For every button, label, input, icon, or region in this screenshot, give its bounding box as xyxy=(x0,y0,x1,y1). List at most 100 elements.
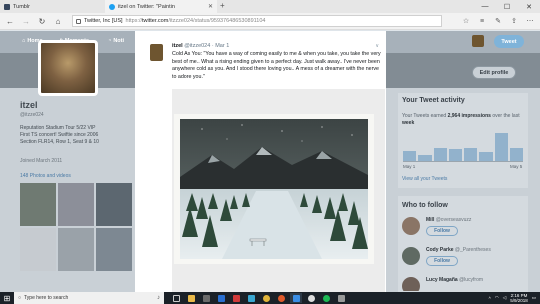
file-explorer-icon[interactable] xyxy=(185,293,197,303)
chevron-down-icon[interactable]: ∨ xyxy=(375,43,379,49)
tweet-modal: itzel @itzze024 · Mar 1 ∨ Cold As You: "… xyxy=(135,31,386,292)
separator-dot: · xyxy=(211,43,214,49)
edit-profile-button[interactable]: Edit profile xyxy=(472,66,516,79)
share-icon[interactable]: ⇪ xyxy=(508,15,520,27)
tweet-author-name[interactable]: itzel xyxy=(172,43,183,49)
tab-label: Tumblr xyxy=(13,3,30,10)
new-tab-button[interactable]: + xyxy=(220,1,225,10)
site-identity: Twitter, Inc [US] xyxy=(84,18,123,24)
lock-icon xyxy=(76,18,81,24)
tweet-date[interactable]: Mar 1 xyxy=(215,43,229,49)
twitter-bird-icon xyxy=(109,3,115,10)
activity-bar xyxy=(403,150,417,161)
address-bar-row: ← → ↻ ⌂ Twitter, Inc [US] https://twitte… xyxy=(0,13,540,30)
profile-avatar[interactable] xyxy=(38,40,98,96)
tweet-author-handle[interactable]: @itzze024 xyxy=(184,43,210,49)
profile-handle: @itzze024 xyxy=(20,112,44,118)
close-window-button[interactable]: ✕ xyxy=(518,0,540,13)
tweet-photo[interactable] xyxy=(172,89,385,292)
firefox-icon[interactable] xyxy=(275,293,287,303)
tab-bar: Tumblr itzel on Twitter: "Paintin ✕ + — … xyxy=(0,0,540,13)
chevron-up-icon[interactable]: ^ xyxy=(489,296,491,301)
activity-summary: Your Tweets earned 2,964 impressions ove… xyxy=(402,113,520,126)
view-all-tweets-link[interactable]: View all your Tweets xyxy=(402,176,447,182)
profile-name: itzel xyxy=(20,100,38,110)
search-placeholder: Type here to search xyxy=(24,295,69,301)
nav-notifications[interactable]: ◔ Noti xyxy=(108,38,124,44)
minimize-button[interactable]: — xyxy=(474,0,496,13)
refresh-icon[interactable]: ↻ xyxy=(36,15,48,27)
store-icon[interactable] xyxy=(200,293,212,303)
suggestion-name[interactable]: Cody Parke @_Parentheses xyxy=(426,247,491,253)
nav-avatar[interactable] xyxy=(472,35,484,47)
suggestion-name[interactable]: Lucy Magaña @lucyfrom xyxy=(426,277,483,283)
tab-label: itzel on Twitter: "Paintin xyxy=(118,3,175,10)
home-icon: ⌂ xyxy=(22,38,26,44)
volume-icon[interactable]: ◁ xyxy=(503,295,506,301)
profile-bio: Reputation Stadium Tour 5/22 VIP First T… xyxy=(20,125,99,145)
avatar[interactable] xyxy=(402,247,420,265)
follow-suggestion: Cody Parke @_Parentheses Follow xyxy=(402,247,527,277)
activity-bar xyxy=(479,152,493,161)
task-view-icon[interactable] xyxy=(170,293,182,303)
notifications-icon[interactable]: ▭ xyxy=(532,295,536,301)
wifi-icon[interactable]: ◠ xyxy=(495,295,499,301)
suggestion-name[interactable]: Mill @overseasvuzz xyxy=(426,217,471,223)
activity-bar xyxy=(433,147,447,161)
edge-icon[interactable] xyxy=(290,293,302,303)
search-icon: ○ xyxy=(18,295,22,301)
compose-tweet-button[interactable]: Tweet xyxy=(494,35,524,48)
media-thumbnail[interactable] xyxy=(96,183,132,226)
app-icon[interactable] xyxy=(230,293,242,303)
spotify-icon[interactable] xyxy=(320,293,332,303)
mail-icon[interactable] xyxy=(215,293,227,303)
tweet-author-avatar[interactable] xyxy=(150,44,163,61)
app-icon[interactable] xyxy=(335,293,347,303)
clock[interactable]: 2:16 PM 5/9/2018 xyxy=(510,293,528,303)
windows-start-icon[interactable]: ⊞ xyxy=(2,293,12,303)
media-thumbnail[interactable] xyxy=(20,228,56,271)
avatar[interactable] xyxy=(402,277,420,291)
media-thumbnail[interactable] xyxy=(58,228,94,271)
maximize-button[interactable]: ☐ xyxy=(496,0,518,13)
close-tab-icon[interactable]: ✕ xyxy=(208,3,213,10)
photos-videos-link[interactable]: 148 Photos and videos xyxy=(20,173,71,179)
system-tray: ^ ◠ ◁ 2:16 PM 5/9/2018 ▭ xyxy=(489,292,536,304)
follow-button[interactable]: Follow xyxy=(426,256,458,266)
url-field[interactable]: Twitter, Inc [US] https://twitter.com/it… xyxy=(72,15,442,27)
follow-suggestion: Mill @overseasvuzz Follow xyxy=(402,217,527,247)
microphone-icon[interactable]: ♪ xyxy=(157,295,160,301)
chrome-icon[interactable] xyxy=(260,293,272,303)
taskbar-search-box[interactable]: ○ Type here to search ♪ xyxy=(14,292,164,304)
profile-joined: Joined March 2011 xyxy=(20,158,63,164)
notes-pen-icon[interactable]: ✎ xyxy=(492,15,504,27)
activity-bar-chart xyxy=(403,132,523,162)
windows-taskbar: ⊞ ○ Type here to search ♪ ^ ◠ ◁ 2:16 PM … xyxy=(0,292,540,304)
painting-image xyxy=(172,89,385,292)
follow-suggestion: Lucy Magaña @lucyfrom xyxy=(402,277,527,291)
media-thumbnail[interactable] xyxy=(20,183,56,226)
back-arrow-icon[interactable]: ← xyxy=(4,15,16,27)
url-scheme: https:// xyxy=(125,18,143,24)
avatar[interactable] xyxy=(402,217,420,235)
home-icon[interactable]: ⌂ xyxy=(52,15,64,27)
activity-bar xyxy=(418,155,432,161)
app-icon[interactable] xyxy=(245,293,257,303)
media-thumbnail[interactable] xyxy=(96,228,132,271)
tumblr-icon xyxy=(4,3,10,10)
tab-tumblr[interactable]: Tumblr xyxy=(0,0,105,13)
hub-icon[interactable]: ≡ xyxy=(476,15,488,27)
favorites-star-icon[interactable]: ☆ xyxy=(460,15,472,27)
toolbar-buttons: ☆ ≡ ✎ ⇪ ⋯ xyxy=(460,15,536,27)
media-thumbnail[interactable] xyxy=(58,183,94,226)
chart-start-label: May 1 xyxy=(403,164,416,169)
chart-end-label: May 5 xyxy=(510,164,523,169)
more-icon[interactable]: ⋯ xyxy=(524,15,536,27)
activity-bar xyxy=(464,147,478,161)
forward-arrow-icon[interactable]: → xyxy=(20,15,32,27)
who-to-follow-title: Who to follow xyxy=(402,202,448,209)
xbox-icon[interactable] xyxy=(305,293,317,303)
follow-button[interactable]: Follow xyxy=(426,226,458,236)
taskbar-apps xyxy=(170,293,347,303)
tab-twitter[interactable]: itzel on Twitter: "Paintin ✕ xyxy=(105,0,217,13)
